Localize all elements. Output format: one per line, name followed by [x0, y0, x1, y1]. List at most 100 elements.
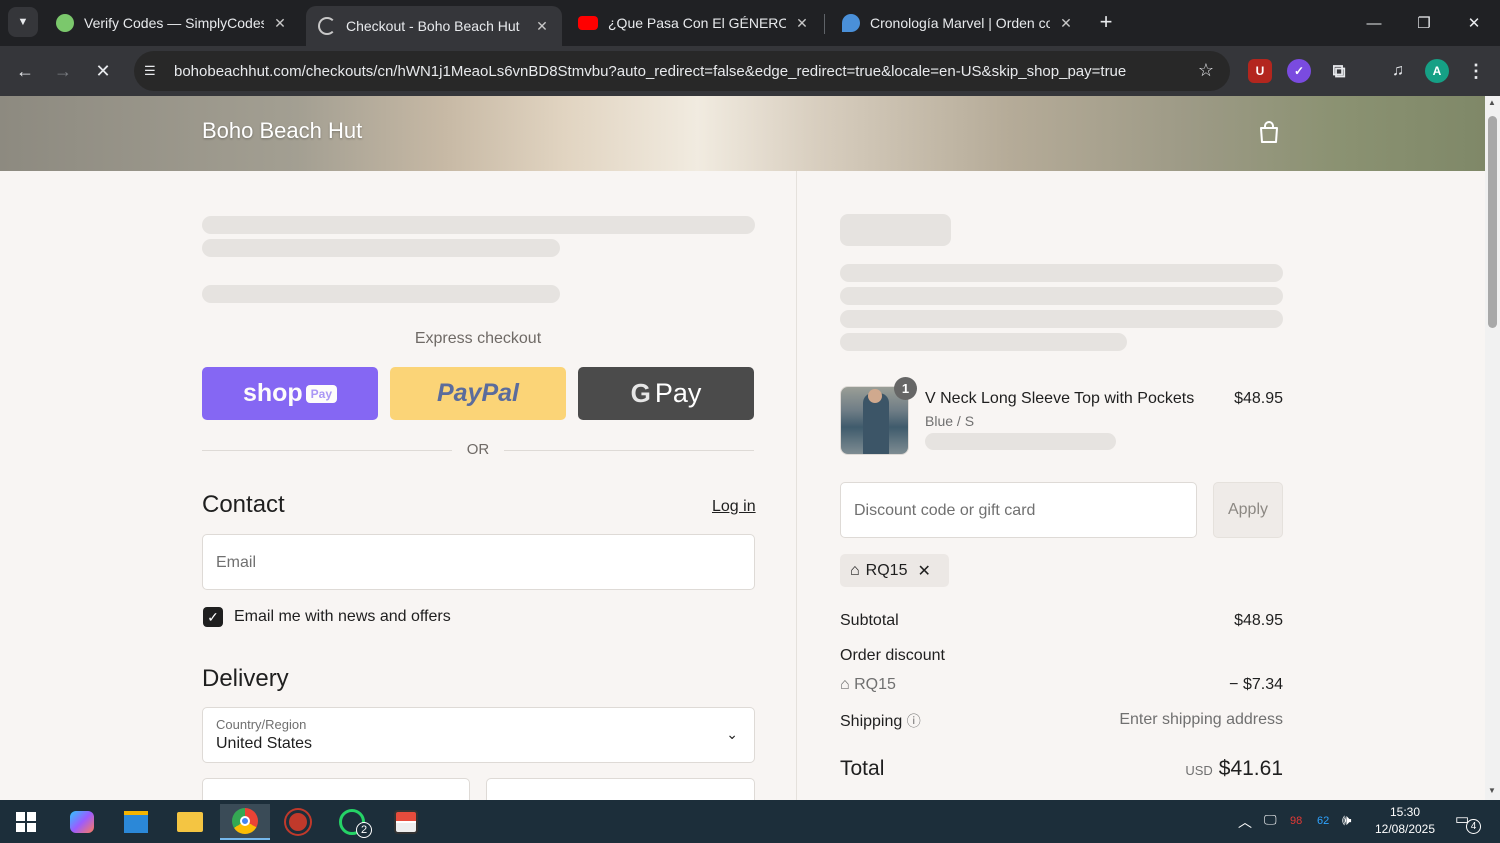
tag-icon: ⌂ [840, 676, 855, 693]
address-bar[interactable]: ☰ bohobeachhut.com/checkouts/cn/hWN1j1Me… [134, 51, 1230, 91]
checkout-form-column [0, 171, 797, 800]
close-window-button[interactable]: ✕ [1452, 6, 1496, 40]
restore-button[interactable]: ❐ [1402, 6, 1446, 40]
new-tab-button[interactable]: + [1094, 8, 1118, 36]
whatsapp-taskbar-icon[interactable]: 2 [330, 804, 374, 840]
store-name-link[interactable]: Boho Beach Hut [202, 118, 362, 144]
delivery-heading: Delivery [202, 665, 289, 692]
system-clock[interactable]: 15:30 12/08/2025 [1372, 804, 1438, 838]
microsoft-store-taskbar-icon[interactable] [114, 804, 158, 840]
shop-pay-button[interactable]: shop Pay [202, 367, 378, 420]
back-button[interactable]: ← [10, 56, 40, 86]
shopping-bag-icon[interactable] [1258, 120, 1280, 144]
shipping-row: Shipping ⓘ Enter shipping address [840, 711, 1283, 730]
bookmark-star-icon[interactable]: ☆ [1198, 60, 1214, 81]
chrome-taskbar-icon[interactable] [220, 804, 270, 840]
url-text[interactable]: bohobeachhut.com/checkouts/cn/hWN1j1Meao… [174, 63, 1164, 80]
notification-center-button[interactable]: ▭ 4 [1455, 810, 1481, 834]
email-optin-checkbox[interactable]: ✓ [203, 607, 223, 627]
loading-placeholder [840, 264, 1283, 282]
start-button[interactable] [4, 804, 48, 840]
loading-placeholder [925, 433, 1116, 450]
discount-code-input[interactable]: Discount code or gift card [840, 482, 1197, 538]
puzzle-extensions-icon[interactable]: ⧉ [1327, 59, 1351, 83]
order-discount-code-row: ⌂ RQ15 − $7.34 [840, 676, 1283, 693]
loading-placeholder [840, 310, 1283, 328]
product-variant: Blue / S [925, 413, 975, 429]
divider-line [202, 450, 452, 451]
scroll-up-arrow-icon[interactable]: ▲ [1488, 98, 1496, 107]
loading-placeholder [202, 216, 755, 234]
simplycodes-icon [56, 14, 74, 32]
youtube-icon [578, 16, 598, 30]
arrow-left-icon: ← [16, 60, 34, 81]
remove-discount-icon[interactable]: ✕ [917, 561, 930, 581]
last-name-field[interactable] [486, 778, 755, 800]
tab-strip: ▼ Verify Codes — SimplyCodes ✕ Checkout … [0, 0, 1500, 46]
profile-avatar[interactable]: A [1425, 59, 1449, 83]
close-tab-icon[interactable]: ✕ [272, 15, 288, 32]
close-tab-icon[interactable]: ✕ [1058, 15, 1074, 32]
chevron-down-icon: ▼ [17, 16, 29, 28]
checkmark-icon: ✓ [207, 608, 219, 625]
chevron-down-icon: ⌄ [726, 726, 738, 742]
first-name-field[interactable] [202, 778, 470, 800]
close-tab-icon[interactable]: ✕ [794, 15, 810, 32]
tray-blue-counter[interactable]: 62 [1317, 815, 1329, 827]
paypal-button[interactable]: PayPal [390, 367, 566, 420]
product-price: $48.95 [1234, 390, 1283, 407]
help-question-icon[interactable]: ⓘ [907, 713, 921, 729]
tag-icon: ⌂ [850, 561, 860, 579]
site-info-icon[interactable]: ☰ [144, 63, 162, 79]
media-control-icon[interactable]: ♫ [1386, 59, 1410, 83]
divider-line [504, 450, 754, 451]
scroll-down-arrow-icon[interactable]: ▼ [1488, 786, 1496, 795]
windows-logo-icon [16, 812, 36, 832]
loading-icon [318, 17, 336, 35]
extension-icon[interactable]: ✓ [1287, 59, 1311, 83]
google-pay-button[interactable]: G Pay [578, 367, 754, 420]
scrollbar-thumb[interactable] [1488, 116, 1497, 328]
forward-button[interactable]: → [48, 56, 78, 86]
whatsapp-unread-badge: 2 [356, 822, 372, 838]
log-in-link[interactable]: Log in [712, 498, 756, 516]
tab-simplycodes[interactable]: Verify Codes — SimplyCodes ✕ [44, 6, 300, 40]
loading-placeholder [202, 239, 560, 257]
browser-toolbar: ← → ✕ ☰ bohobeachhut.com/checkouts/cn/hW… [0, 46, 1500, 96]
game-app-taskbar-icon[interactable] [276, 804, 320, 840]
express-checkout-label: Express checkout [414, 330, 542, 347]
quantity-badge: 1 [894, 377, 917, 400]
tab-checkout[interactable]: Checkout - Boho Beach Hut ✕ [306, 6, 562, 46]
apply-discount-button[interactable]: Apply [1213, 482, 1283, 538]
stop-loading-button[interactable]: ✕ [88, 56, 118, 86]
tab-divider [824, 14, 825, 34]
email-optin-label[interactable]: Email me with news and offers [234, 608, 451, 626]
windows-taskbar: 2 ︿ 🖵 98 62 🕪 15:30 12/08/2025 ▭ 4 [0, 800, 1500, 843]
tab-search-button[interactable]: ▼ [8, 7, 38, 37]
tab-marvel[interactable]: Cronología Marvel | Orden com ✕ [830, 6, 1086, 40]
store-banner: Boho Beach Hut [0, 96, 1485, 171]
marvel-icon [842, 14, 860, 32]
google-g-icon: G [630, 378, 651, 408]
applied-discount-chip: ⌂ RQ15 ✕ [840, 554, 949, 587]
tray-red-counter[interactable]: 98 [1290, 815, 1302, 827]
loading-placeholder [840, 333, 1127, 351]
email-field[interactable]: Email [202, 534, 755, 590]
copilot-taskbar-icon[interactable] [60, 804, 104, 840]
pokeball-app-taskbar-icon[interactable] [384, 804, 428, 840]
country-select[interactable]: Country/Region United States ⌄ [202, 707, 755, 763]
show-hidden-icons-chevron-icon[interactable]: ︿ [1238, 812, 1252, 832]
network-icon[interactable]: 🖵 [1264, 812, 1277, 828]
file-explorer-taskbar-icon[interactable] [168, 804, 212, 840]
order-discount-row: Order discount [840, 647, 945, 664]
close-icon: ✕ [95, 60, 111, 81]
menu-kebab-icon[interactable]: ⋮ [1464, 59, 1488, 83]
page-scrollbar[interactable]: ▲ ▼ [1485, 96, 1500, 800]
tab-youtube[interactable]: ¿Que Pasa Con El GÉNERO DE S ✕ [566, 6, 822, 40]
checkout-page: Boho Beach Hut Express checkout shop Pay … [0, 96, 1485, 800]
ublock-extension-icon[interactable]: U [1248, 59, 1272, 83]
volume-icon[interactable]: 🕪 [1342, 812, 1351, 829]
close-tab-icon[interactable]: ✕ [534, 18, 550, 35]
minimize-button[interactable]: — [1352, 6, 1396, 40]
subtotal-row: Subtotal $48.95 [840, 612, 1283, 629]
